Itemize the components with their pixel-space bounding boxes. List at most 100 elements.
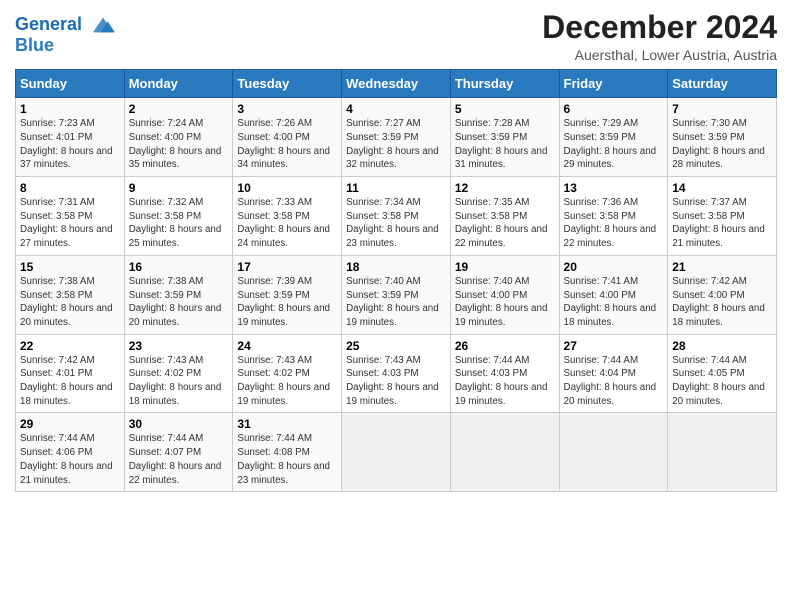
day-cell-9: 9 Sunrise: 7:32 AM Sunset: 3:58 PM Dayli… [124,177,233,256]
day-info: Sunrise: 7:36 AM Sunset: 3:58 PM Dayligh… [564,196,664,251]
daylight-label: Daylight: 8 hours and 22 minutes. [455,224,548,249]
day-cell-20: 20 Sunrise: 7:41 AM Sunset: 4:00 PM Dayl… [559,255,668,334]
day-number: 13 [564,181,664,195]
day-cell-23: 23 Sunrise: 7:43 AM Sunset: 4:02 PM Dayl… [124,334,233,413]
title-block: December 2024 Auersthal, Lower Austria, … [542,10,777,63]
sunset-label: Sunset: 3:59 PM [129,290,201,301]
day-info: Sunrise: 7:28 AM Sunset: 3:59 PM Dayligh… [455,117,555,172]
header-sunday: Sunday [16,70,125,98]
day-info: Sunrise: 7:43 AM Sunset: 4:02 PM Dayligh… [129,354,229,409]
sunrise-label: Sunrise: 7:44 AM [455,355,530,366]
daylight-label: Daylight: 8 hours and 28 minutes. [672,146,765,171]
sunset-label: Sunset: 4:03 PM [346,368,418,379]
sunset-label: Sunset: 4:00 PM [564,290,636,301]
day-info: Sunrise: 7:27 AM Sunset: 3:59 PM Dayligh… [346,117,446,172]
day-cell-12: 12 Sunrise: 7:35 AM Sunset: 3:58 PM Dayl… [450,177,559,256]
day-info: Sunrise: 7:35 AM Sunset: 3:58 PM Dayligh… [455,196,555,251]
day-number: 26 [455,339,555,353]
daylight-label: Daylight: 8 hours and 19 minutes. [455,382,548,407]
day-number: 21 [672,260,772,274]
day-cell-21: 21 Sunrise: 7:42 AM Sunset: 4:00 PM Dayl… [668,255,777,334]
sunset-label: Sunset: 3:58 PM [672,211,744,222]
day-info: Sunrise: 7:34 AM Sunset: 3:58 PM Dayligh… [346,196,446,251]
empty-cell [559,413,668,492]
day-number: 29 [20,417,120,431]
day-number: 4 [346,102,446,116]
sunset-label: Sunset: 4:03 PM [455,368,527,379]
day-number: 3 [237,102,337,116]
sunrise-label: Sunrise: 7:42 AM [20,355,95,366]
day-info: Sunrise: 7:38 AM Sunset: 3:58 PM Dayligh… [20,275,120,330]
sunset-label: Sunset: 3:59 PM [564,132,636,143]
daylight-label: Daylight: 8 hours and 35 minutes. [129,146,222,171]
daylight-label: Daylight: 8 hours and 27 minutes. [20,224,113,249]
header-wednesday: Wednesday [342,70,451,98]
logo-line2: Blue [15,36,117,56]
day-number: 5 [455,102,555,116]
calendar-week-4: 22 Sunrise: 7:42 AM Sunset: 4:01 PM Dayl… [16,334,777,413]
sunset-label: Sunset: 4:00 PM [455,290,527,301]
daylight-label: Daylight: 8 hours and 37 minutes. [20,146,113,171]
sunrise-label: Sunrise: 7:30 AM [672,118,747,129]
day-cell-6: 6 Sunrise: 7:29 AM Sunset: 3:59 PM Dayli… [559,98,668,177]
day-number: 23 [129,339,229,353]
day-cell-30: 30 Sunrise: 7:44 AM Sunset: 4:07 PM Dayl… [124,413,233,492]
day-number: 9 [129,181,229,195]
sunrise-label: Sunrise: 7:33 AM [237,197,312,208]
day-number: 31 [237,417,337,431]
sunset-label: Sunset: 4:02 PM [129,368,201,379]
sunrise-label: Sunrise: 7:29 AM [564,118,639,129]
day-cell-19: 19 Sunrise: 7:40 AM Sunset: 4:00 PM Dayl… [450,255,559,334]
day-cell-11: 11 Sunrise: 7:34 AM Sunset: 3:58 PM Dayl… [342,177,451,256]
daylight-label: Daylight: 8 hours and 20 minutes. [564,382,657,407]
day-number: 8 [20,181,120,195]
sunset-label: Sunset: 3:58 PM [237,211,309,222]
day-info: Sunrise: 7:44 AM Sunset: 4:05 PM Dayligh… [672,354,772,409]
daylight-label: Daylight: 8 hours and 22 minutes. [564,224,657,249]
day-info: Sunrise: 7:24 AM Sunset: 4:00 PM Dayligh… [129,117,229,172]
day-info: Sunrise: 7:42 AM Sunset: 4:01 PM Dayligh… [20,354,120,409]
logo: General Blue [15,14,117,56]
sunset-label: Sunset: 3:59 PM [455,132,527,143]
empty-cell [342,413,451,492]
daylight-label: Daylight: 8 hours and 21 minutes. [20,461,113,486]
day-info: Sunrise: 7:37 AM Sunset: 3:58 PM Dayligh… [672,196,772,251]
day-cell-3: 3 Sunrise: 7:26 AM Sunset: 4:00 PM Dayli… [233,98,342,177]
day-cell-2: 2 Sunrise: 7:24 AM Sunset: 4:00 PM Dayli… [124,98,233,177]
daylight-label: Daylight: 8 hours and 19 minutes. [455,303,548,328]
day-number: 19 [455,260,555,274]
day-number: 27 [564,339,664,353]
daylight-label: Daylight: 8 hours and 18 minutes. [129,382,222,407]
day-info: Sunrise: 7:31 AM Sunset: 3:58 PM Dayligh… [20,196,120,251]
day-cell-24: 24 Sunrise: 7:43 AM Sunset: 4:02 PM Dayl… [233,334,342,413]
day-number: 15 [20,260,120,274]
sunset-label: Sunset: 3:59 PM [672,132,744,143]
daylight-label: Daylight: 8 hours and 32 minutes. [346,146,439,171]
daylight-label: Daylight: 8 hours and 20 minutes. [672,382,765,407]
sunrise-label: Sunrise: 7:23 AM [20,118,95,129]
day-info: Sunrise: 7:39 AM Sunset: 3:59 PM Dayligh… [237,275,337,330]
sunrise-label: Sunrise: 7:43 AM [237,355,312,366]
sunset-label: Sunset: 4:00 PM [237,132,309,143]
calendar-table: Sunday Monday Tuesday Wednesday Thursday… [15,69,777,492]
day-info: Sunrise: 7:32 AM Sunset: 3:58 PM Dayligh… [129,196,229,251]
sunrise-label: Sunrise: 7:40 AM [455,276,530,287]
sunset-label: Sunset: 4:04 PM [564,368,636,379]
day-cell-18: 18 Sunrise: 7:40 AM Sunset: 3:59 PM Dayl… [342,255,451,334]
sunset-label: Sunset: 3:58 PM [346,211,418,222]
day-cell-13: 13 Sunrise: 7:36 AM Sunset: 3:58 PM Dayl… [559,177,668,256]
sunset-label: Sunset: 4:01 PM [20,132,92,143]
header-tuesday: Tuesday [233,70,342,98]
day-number: 1 [20,102,120,116]
header-saturday: Saturday [668,70,777,98]
day-cell-25: 25 Sunrise: 7:43 AM Sunset: 4:03 PM Dayl… [342,334,451,413]
sunrise-label: Sunrise: 7:44 AM [564,355,639,366]
daylight-label: Daylight: 8 hours and 20 minutes. [20,303,113,328]
daylight-label: Daylight: 8 hours and 19 minutes. [346,382,439,407]
day-number: 28 [672,339,772,353]
day-info: Sunrise: 7:44 AM Sunset: 4:06 PM Dayligh… [20,432,120,487]
day-number: 30 [129,417,229,431]
day-number: 10 [237,181,337,195]
daylight-label: Daylight: 8 hours and 24 minutes. [237,224,330,249]
sunset-label: Sunset: 3:58 PM [564,211,636,222]
